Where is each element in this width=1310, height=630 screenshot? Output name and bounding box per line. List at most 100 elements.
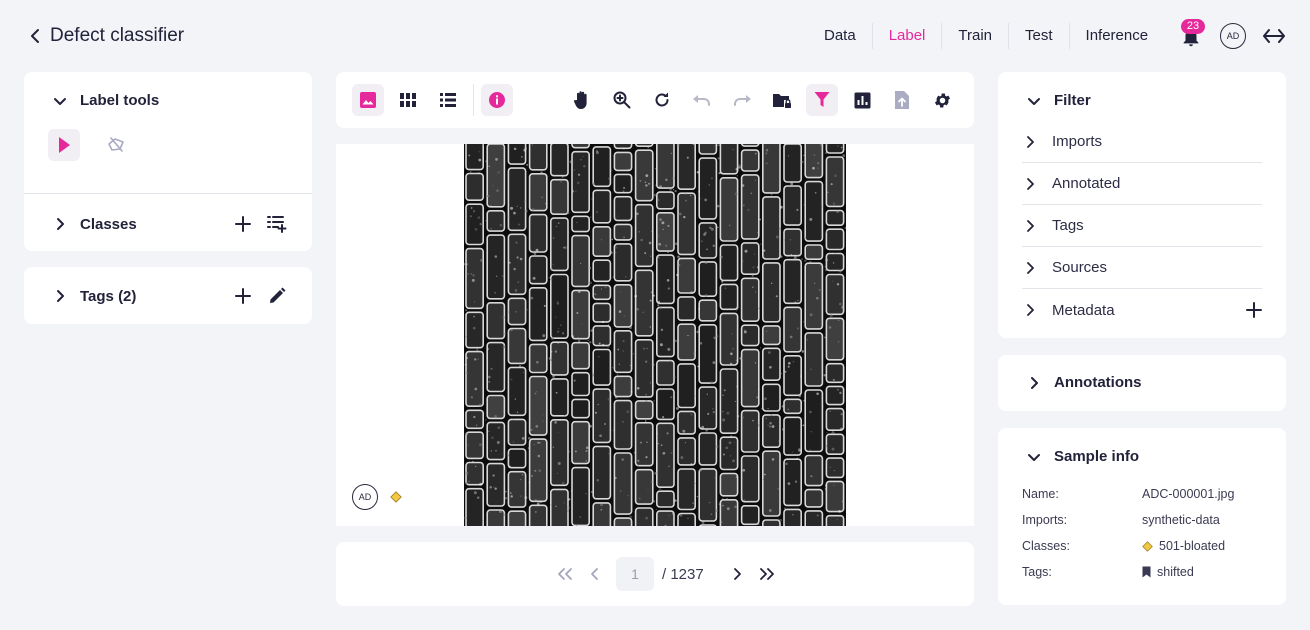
filter-item-annotated[interactable]: Annotated xyxy=(1022,163,1262,205)
tags-header[interactable]: Tags (2) xyxy=(52,288,136,305)
last-page-button[interactable] xyxy=(752,559,782,589)
info-button[interactable] xyxy=(481,84,513,116)
tab-data[interactable]: Data xyxy=(808,23,873,49)
gear-icon xyxy=(934,93,950,107)
filter-item-tags[interactable]: Tags xyxy=(1022,205,1262,247)
redo-button[interactable] xyxy=(726,84,758,116)
playlist-add-button[interactable] xyxy=(266,213,288,235)
chevron-right-icon xyxy=(733,568,741,580)
filter-item-imports[interactable]: Imports xyxy=(1022,121,1262,163)
expand-button[interactable] xyxy=(1262,26,1286,46)
bookmark-icon xyxy=(1142,566,1151,578)
chevron-right-icon xyxy=(1027,261,1034,274)
info-key: Name: xyxy=(1022,487,1059,501)
filter-item-label: Imports xyxy=(1052,133,1103,150)
zoom-in-icon xyxy=(613,91,631,109)
zoom-in-button[interactable] xyxy=(606,84,638,116)
grid-view-icon xyxy=(400,93,416,107)
info-row-name: Name: ADC-000001.jpg xyxy=(1022,487,1282,501)
label-tools-header[interactable]: Label tools xyxy=(52,92,159,109)
label-tools-panel: Label tools Classes xyxy=(24,72,312,251)
label-tools-title: Label tools xyxy=(80,92,160,109)
classes-header[interactable]: Classes xyxy=(52,216,137,233)
undo-icon xyxy=(693,95,710,106)
annotations-panel: Annotations xyxy=(998,355,1286,411)
annotations-header[interactable]: Annotations xyxy=(1026,374,1142,391)
chart-icon xyxy=(854,92,870,108)
filter-title: Filter xyxy=(1054,92,1091,109)
refresh-icon xyxy=(655,92,669,107)
filter-button[interactable] xyxy=(806,84,838,116)
info-key: Tags: xyxy=(1022,565,1052,579)
user-avatar[interactable]: AD xyxy=(1220,23,1246,49)
tags-title: Tags (2) xyxy=(80,287,137,305)
double-chevron-left-icon xyxy=(558,568,572,580)
info-value: synthetic-data xyxy=(1142,513,1220,527)
list-view-icon xyxy=(440,93,456,107)
sample-image[interactable] xyxy=(464,144,846,526)
image-view-button[interactable] xyxy=(352,84,384,116)
info-value: ADC-000001.jpg xyxy=(1142,487,1235,501)
edit-tags-button[interactable] xyxy=(266,285,288,307)
chevron-right-icon xyxy=(1027,177,1034,190)
chart-button[interactable] xyxy=(846,84,878,116)
folder-lock-button[interactable] xyxy=(766,84,798,116)
redo-icon xyxy=(734,95,751,106)
tab-inference[interactable]: Inference xyxy=(1070,23,1165,49)
sample-info-panel: Sample info Name: ADC-000001.jpg Imports… xyxy=(998,428,1286,605)
add-metadata-button[interactable] xyxy=(1246,302,1262,318)
plus-icon xyxy=(1246,302,1262,318)
chevron-right-icon xyxy=(1026,375,1042,391)
annotator-avatar: AD xyxy=(352,484,378,510)
image-view-icon xyxy=(360,92,376,108)
filter-panel: Filter Imports Annotated Tags Sources Me… xyxy=(998,72,1286,338)
list-view-button[interactable] xyxy=(432,84,464,116)
double-chevron-right-icon xyxy=(759,568,774,580)
pan-hand-icon xyxy=(573,91,587,109)
polygon-tool-button[interactable] xyxy=(100,129,132,161)
plus-icon xyxy=(235,216,251,232)
class-diamond-icon xyxy=(1142,540,1153,552)
upload-button[interactable] xyxy=(886,84,918,116)
image-canvas[interactable]: AD xyxy=(336,144,974,526)
chevron-down-icon xyxy=(1026,93,1042,109)
add-tag-button[interactable] xyxy=(232,285,254,307)
page-title: Defect classifier xyxy=(50,25,185,46)
notifications-button[interactable]: 23 xyxy=(1180,19,1205,48)
undo-button[interactable] xyxy=(686,84,718,116)
tab-label[interactable]: Label xyxy=(873,23,943,49)
chevron-right-icon xyxy=(1027,219,1034,232)
toolbar-separator xyxy=(473,84,474,116)
back-button[interactable]: Defect classifier xyxy=(28,25,184,47)
chevron-left-icon xyxy=(591,568,598,580)
chevron-down-icon xyxy=(1026,449,1042,465)
settings-button[interactable] xyxy=(926,84,958,116)
add-class-button[interactable] xyxy=(232,213,254,235)
chevron-down-icon xyxy=(52,93,68,109)
viewer-toolbar xyxy=(336,72,974,128)
chevron-right-icon xyxy=(1027,135,1034,148)
filter-header[interactable]: Filter xyxy=(1026,92,1091,109)
grid-view-button[interactable] xyxy=(392,84,424,116)
chevron-right-icon xyxy=(52,288,68,304)
pan-button[interactable] xyxy=(566,84,598,116)
tags-panel: Tags (2) xyxy=(24,267,312,324)
main-nav: Data Label Train Test Inference xyxy=(808,22,1164,50)
notification-count-badge: 23 xyxy=(1181,19,1205,34)
info-icon xyxy=(489,92,505,108)
filter-item-sources[interactable]: Sources xyxy=(1022,247,1262,289)
page-number-input[interactable] xyxy=(616,557,654,591)
filter-item-metadata[interactable]: Metadata xyxy=(1022,289,1262,331)
sample-info-header[interactable]: Sample info xyxy=(1026,448,1139,465)
filter-icon xyxy=(814,92,830,107)
pencil-icon xyxy=(270,287,286,303)
upload-icon xyxy=(895,91,909,109)
first-page-button[interactable] xyxy=(550,559,580,589)
refresh-button[interactable] xyxy=(646,84,678,116)
select-tool-button[interactable] xyxy=(48,129,80,161)
polygon-lasso-icon xyxy=(106,136,126,154)
next-page-button[interactable] xyxy=(722,559,752,589)
tab-test[interactable]: Test xyxy=(1009,23,1070,49)
tab-train[interactable]: Train xyxy=(942,23,1010,49)
prev-page-button[interactable] xyxy=(580,559,610,589)
